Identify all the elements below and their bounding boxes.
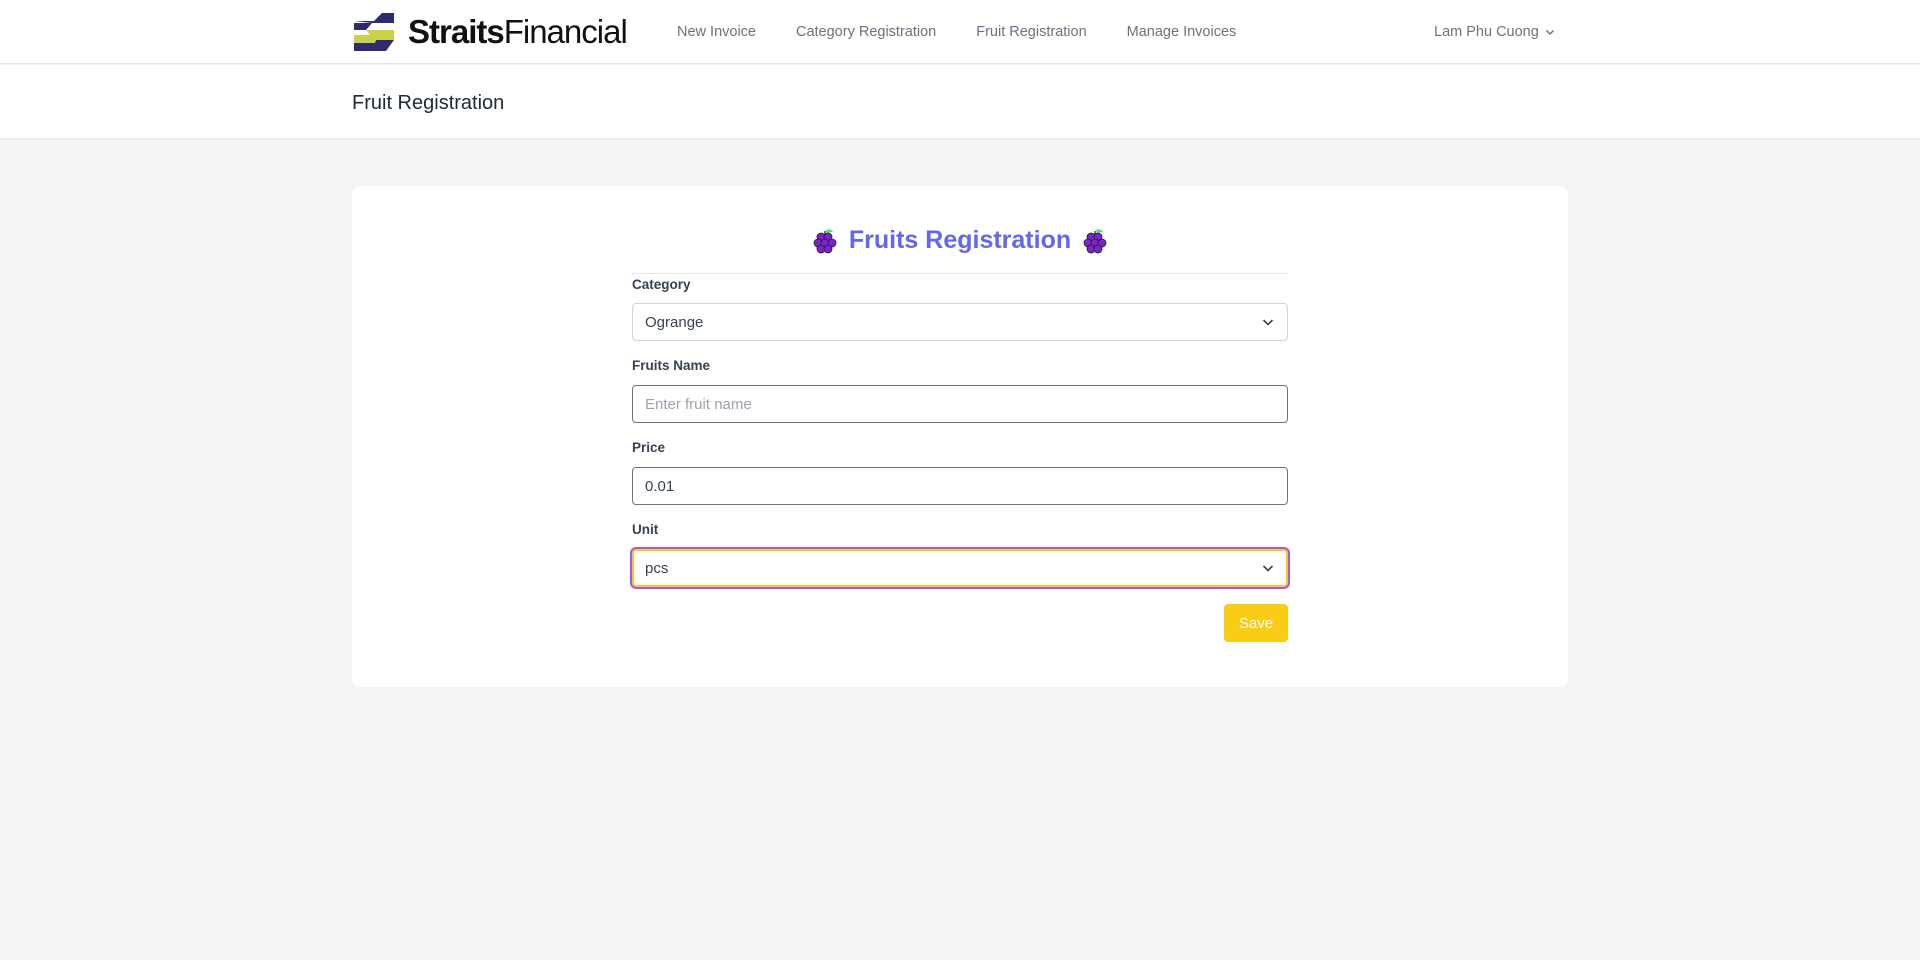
grape-icon: [813, 228, 837, 253]
page-header: Fruit Registration: [0, 65, 1920, 138]
unit-select[interactable]: pcs: [632, 549, 1288, 587]
brand-name-bold: Straits: [408, 13, 505, 50]
nav-fruit-registration[interactable]: Fruit Registration: [976, 24, 1086, 40]
logo-mark-icon: [354, 13, 394, 51]
nav-manage-invoices[interactable]: Manage Invoices: [1127, 24, 1237, 40]
grape-icon: [1083, 228, 1107, 253]
top-navigation: StraitsFinancial New Invoice Category Re…: [0, 0, 1920, 64]
form-title-text: Fruits Registration: [848, 226, 1072, 254]
nav-new-invoice[interactable]: New Invoice: [677, 24, 756, 40]
price-label: Price: [632, 440, 666, 455]
brand-logo[interactable]: StraitsFinancial: [352, 12, 628, 52]
unit-label: Unit: [632, 522, 659, 537]
category-label: Category: [632, 277, 691, 292]
chevron-down-icon: [1545, 29, 1554, 36]
nav-category-registration[interactable]: Category Registration: [796, 24, 936, 40]
price-input[interactable]: 0.01: [632, 467, 1288, 505]
category-select[interactable]: Ograngе: [632, 303, 1288, 341]
user-name: Lam Phu Cuong: [1434, 24, 1539, 40]
title-divider: [632, 273, 1288, 274]
page-title: Fruit Registration: [352, 92, 505, 114]
registration-card: Fruits Registration Category Ograngе Fru…: [352, 186, 1568, 687]
user-menu[interactable]: Lam Phu Cuong: [1434, 0, 1555, 64]
form-title: Fruits Registration: [632, 226, 1288, 255]
nav-links: New Invoice Category Registration Fruit …: [677, 0, 1276, 64]
fruit-name-input[interactable]: Enter fruit name: [632, 385, 1288, 423]
fruit-name-placeholder: Enter fruit name: [645, 395, 752, 413]
chevron-down-icon: [1262, 319, 1274, 326]
brand-name-light: Financial: [503, 13, 628, 50]
save-button[interactable]: Save: [1224, 604, 1288, 642]
fruit-name-label: Fruits Name: [632, 358, 711, 373]
chevron-down-icon: [1262, 565, 1274, 572]
unit-value: pcs: [645, 559, 669, 577]
category-value: Ograngе: [645, 313, 704, 331]
price-value: 0.01: [645, 477, 675, 495]
